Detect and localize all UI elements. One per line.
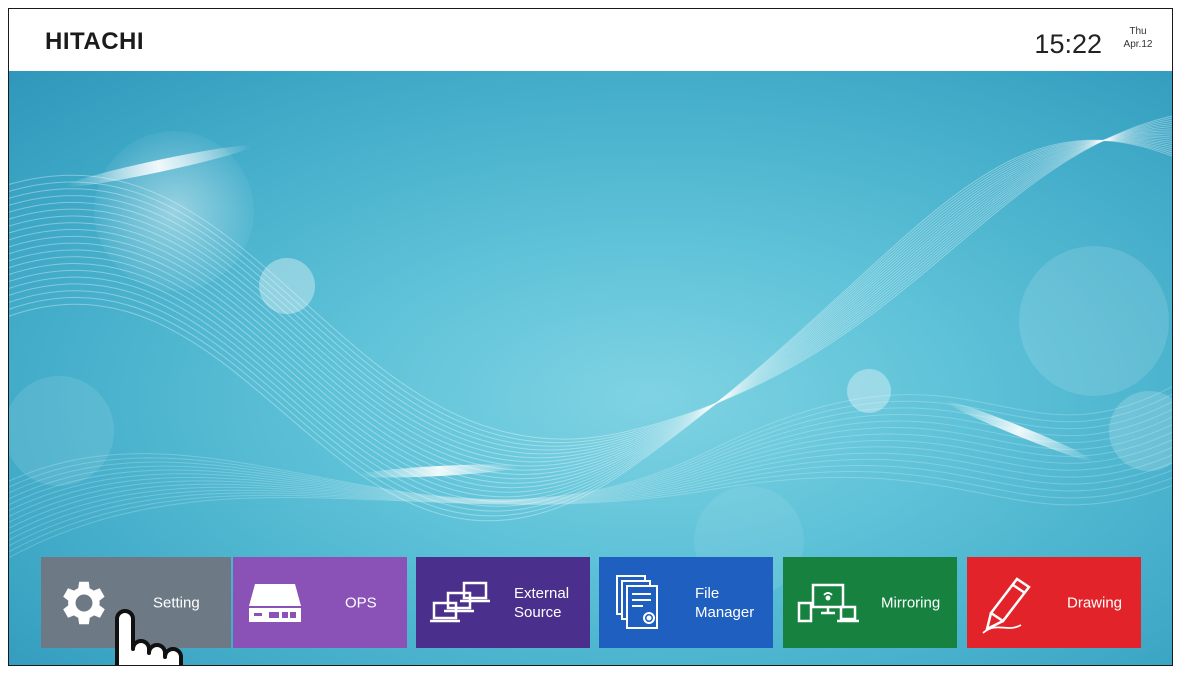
- wave-line: [9, 393, 1172, 501]
- external-source-icon: [430, 581, 490, 622]
- external-source-label: External Source: [514, 584, 569, 622]
- pen-icon: [982, 576, 1031, 634]
- drawing-tile[interactable]: Drawing: [967, 557, 1141, 648]
- mirroring-tile[interactable]: Mirroring: [783, 557, 957, 648]
- ops-device-icon: [249, 583, 301, 622]
- hand-pointer-icon: [115, 609, 183, 665]
- wave-line: [9, 385, 1172, 500]
- external-source-label-line2: Source: [514, 603, 562, 621]
- home-screen: HITACHI 15:22 Thu Apr.12 Setting OPS Ext…: [8, 8, 1173, 666]
- brand-logo: HITACHI: [45, 28, 145, 55]
- drawing-label: Drawing: [1067, 594, 1123, 611]
- file-manager-label-line1: File: [695, 584, 720, 602]
- file-manager-label-line2: Manager: [695, 603, 755, 621]
- file-manager-label: File Manager: [695, 584, 754, 622]
- wave-line: [9, 401, 1172, 501]
- ops-tile[interactable]: OPS: [233, 557, 407, 648]
- clock-date: Thu Apr.12: [1114, 25, 1162, 51]
- mirroring-icon: [797, 583, 859, 622]
- wave-line: [9, 439, 1172, 523]
- clock-time: 15:22: [1034, 29, 1102, 59]
- ops-label: OPS: [345, 594, 377, 611]
- external-source-tile[interactable]: External Source: [416, 557, 590, 648]
- clock-day-date: Apr.12: [1123, 39, 1153, 50]
- mirroring-label: Mirroring: [881, 594, 941, 611]
- file-manager-tile[interactable]: File Manager: [599, 557, 773, 648]
- status-bar: HITACHI 15:22 Thu Apr.12: [9, 9, 1172, 71]
- clock-day: Thu: [1129, 26, 1147, 37]
- file-manager-icon: [616, 574, 658, 629]
- wave-line: [9, 431, 1172, 518]
- external-source-label-line1: External: [514, 584, 570, 602]
